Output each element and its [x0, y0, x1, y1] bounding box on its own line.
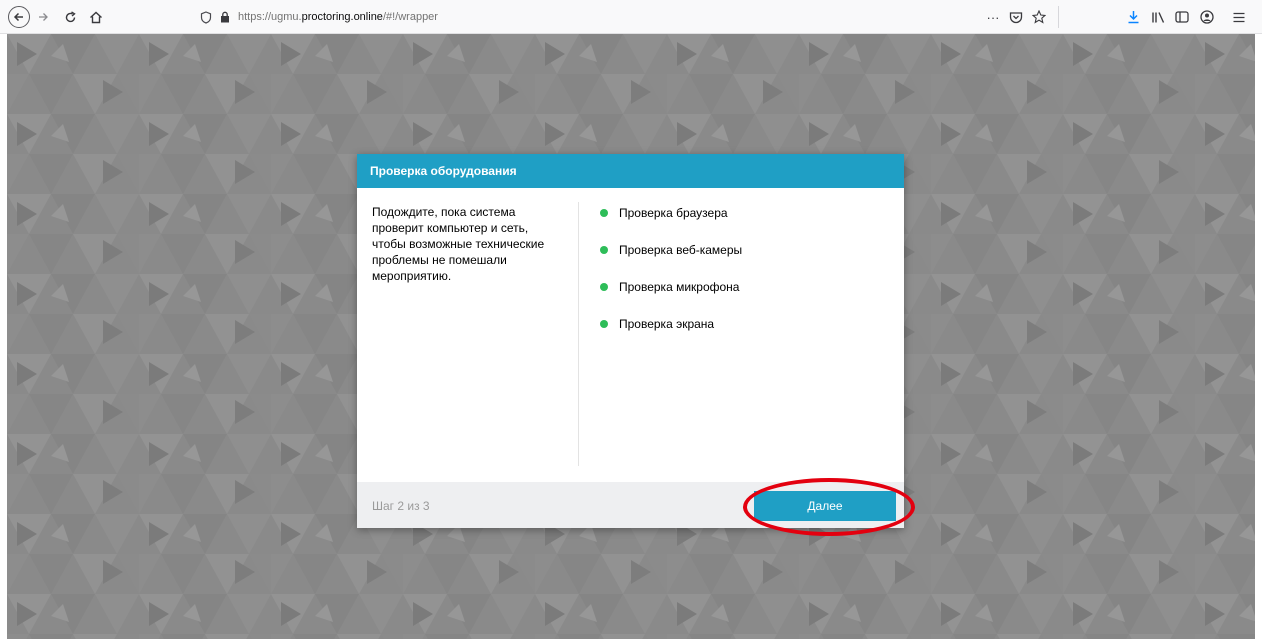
divider [578, 202, 579, 466]
check-item-microphone: Проверка микрофона [600, 278, 742, 295]
download-icon[interactable] [1123, 6, 1143, 28]
reload-icon[interactable] [60, 6, 80, 28]
url-bar[interactable]: https://ugmu.proctoring.online/#!/wrappe… [200, 5, 1040, 29]
back-arrow-icon[interactable] [8, 6, 30, 28]
forward-arrow-icon[interactable] [34, 6, 52, 28]
pocket-icon[interactable] [1006, 6, 1026, 28]
page-actions-icon[interactable]: ··· [983, 6, 1003, 28]
step-indicator: Шаг 2 из 3 [372, 499, 430, 513]
status-ok-icon [600, 282, 608, 291]
check-item-screen: Проверка экрана [600, 315, 742, 332]
toolbar-separator [1058, 6, 1059, 28]
menu-icon[interactable] [1229, 6, 1249, 28]
bookmark-star-icon[interactable] [1029, 6, 1049, 28]
dialog-body: Подождите, пока система проверит компьют… [357, 188, 904, 482]
url-text[interactable]: https://ugmu.proctoring.online/#!/wrappe… [238, 11, 438, 23]
equipment-check-dialog: Проверка оборудования Подождите, пока си… [357, 154, 904, 528]
account-icon[interactable] [1197, 6, 1217, 28]
check-list: Проверка браузера Проверка веб-камеры Пр… [600, 204, 742, 352]
check-label: Проверка веб-камеры [619, 242, 743, 257]
check-label: Проверка микрофона [619, 279, 740, 294]
dialog-description: Подождите, пока система проверит компьют… [372, 205, 545, 283]
status-ok-icon [600, 208, 608, 217]
browser-toolbar: https://ugmu.proctoring.online/#!/wrappe… [0, 0, 1262, 34]
check-label: Проверка браузера [619, 205, 728, 220]
shield-icon[interactable] [200, 10, 212, 24]
page-background: Проверка оборудования Подождите, пока си… [7, 34, 1255, 639]
dialog-footer: Шаг 2 из 3 Далее [357, 482, 904, 528]
sidebar-icon[interactable] [1172, 6, 1192, 28]
status-ok-icon [600, 245, 608, 254]
lock-icon[interactable] [220, 11, 230, 23]
url-domain: proctoring.online [301, 11, 383, 23]
dialog-title: Проверка оборудования [357, 154, 904, 188]
check-label: Проверка экрана [619, 316, 715, 331]
check-item-webcam: Проверка веб-камеры [600, 241, 742, 258]
status-ok-icon [600, 319, 608, 328]
library-icon[interactable] [1148, 6, 1168, 28]
url-prefix: https://ugmu. [238, 11, 302, 23]
url-suffix: /#!/wrapper [382, 11, 438, 23]
check-item-browser: Проверка браузера [600, 204, 742, 221]
home-icon[interactable] [86, 6, 106, 28]
next-button[interactable]: Далее [754, 491, 896, 521]
